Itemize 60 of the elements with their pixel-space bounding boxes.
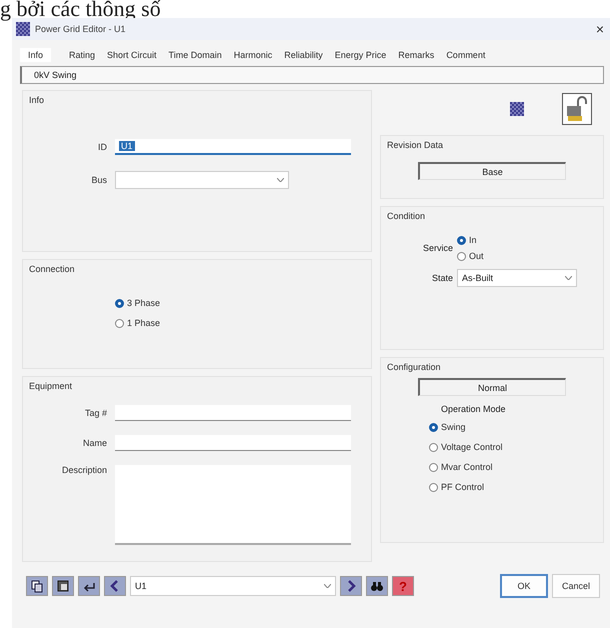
grid-icon bbox=[510, 102, 524, 116]
radio-indicator[interactable] bbox=[429, 482, 438, 492]
dialog-button[interactable]: Cancel bbox=[552, 574, 600, 598]
left-chevron-icon[interactable] bbox=[104, 576, 126, 596]
paste-icon[interactable] bbox=[52, 576, 74, 596]
field-label: Name bbox=[82, 438, 107, 448]
operation-mode-label: Operation Mode bbox=[441, 404, 507, 414]
close-button[interactable]: × bbox=[590, 21, 610, 37]
tab[interactable]: Short Circuit bbox=[107, 48, 157, 62]
tab[interactable]: Comment bbox=[446, 48, 486, 62]
dialog-button[interactable]: OK bbox=[500, 574, 548, 598]
header-field: 0kV Swing bbox=[20, 66, 604, 84]
radio-button[interactable]: Swing bbox=[429, 422, 597, 432]
binoculars-icon[interactable] bbox=[366, 576, 388, 596]
app-icon bbox=[16, 22, 30, 36]
radio-indicator[interactable] bbox=[429, 442, 438, 452]
field-label: State bbox=[430, 273, 453, 283]
radio-button[interactable]: In bbox=[457, 235, 484, 245]
group-title: Info bbox=[29, 95, 46, 105]
configuration-value: Normal bbox=[418, 378, 566, 396]
group-title: Revision Data bbox=[387, 140, 444, 150]
copy-icon[interactable] bbox=[26, 576, 48, 596]
field-label: Bus bbox=[90, 175, 107, 185]
radio-indicator[interactable] bbox=[429, 422, 438, 432]
lock-icon[interactable] bbox=[562, 93, 592, 125]
radio-indicator[interactable] bbox=[457, 252, 466, 260]
group-title: Configuration bbox=[387, 362, 442, 372]
field-label: Description bbox=[60, 465, 107, 475]
radio-button[interactable]: Out bbox=[457, 251, 484, 261]
radio-button[interactable]: Mvar Control bbox=[429, 462, 597, 472]
field-label: Tag # bbox=[84, 408, 107, 418]
description-field[interactable] bbox=[115, 465, 351, 545]
right-chevron-icon[interactable] bbox=[340, 576, 362, 596]
field-label: Service bbox=[422, 243, 453, 253]
tab[interactable]: Reliability bbox=[284, 48, 323, 62]
radio-button[interactable]: 3 Phase bbox=[115, 298, 365, 308]
radio-indicator[interactable] bbox=[429, 462, 438, 472]
tab[interactable]: Rating bbox=[69, 48, 96, 62]
revision-value: Base bbox=[418, 162, 566, 180]
tab[interactable]: Info bbox=[20, 48, 52, 62]
radio-indicator[interactable] bbox=[115, 298, 124, 308]
group-title: Connection bbox=[29, 264, 76, 274]
radio-indicator[interactable] bbox=[115, 318, 124, 328]
window-title: Power Grid Editor - U1 bbox=[35, 24, 127, 34]
navigator-dropdown[interactable]: U1 bbox=[130, 576, 336, 596]
radio-button[interactable]: PF Control bbox=[429, 482, 597, 492]
tab[interactable]: Energy Price bbox=[334, 48, 386, 62]
state-dropdown[interactable]: As-Built bbox=[457, 269, 577, 287]
tab[interactable]: Remarks bbox=[398, 48, 434, 62]
input-field[interactable] bbox=[115, 405, 351, 421]
radio-indicator[interactable] bbox=[457, 236, 466, 244]
tab[interactable]: Harmonic bbox=[234, 48, 272, 62]
tab[interactable]: Time Domain bbox=[168, 48, 222, 62]
group-title: Condition bbox=[387, 211, 426, 221]
radio-button[interactable]: 1 Phase bbox=[115, 318, 365, 328]
group-title: Equipment bbox=[29, 381, 74, 391]
field-label: ID bbox=[97, 142, 107, 152]
id-field[interactable]: U1 bbox=[115, 139, 351, 155]
input-field[interactable] bbox=[115, 435, 351, 451]
radio-button[interactable]: Voltage Control bbox=[429, 442, 597, 452]
